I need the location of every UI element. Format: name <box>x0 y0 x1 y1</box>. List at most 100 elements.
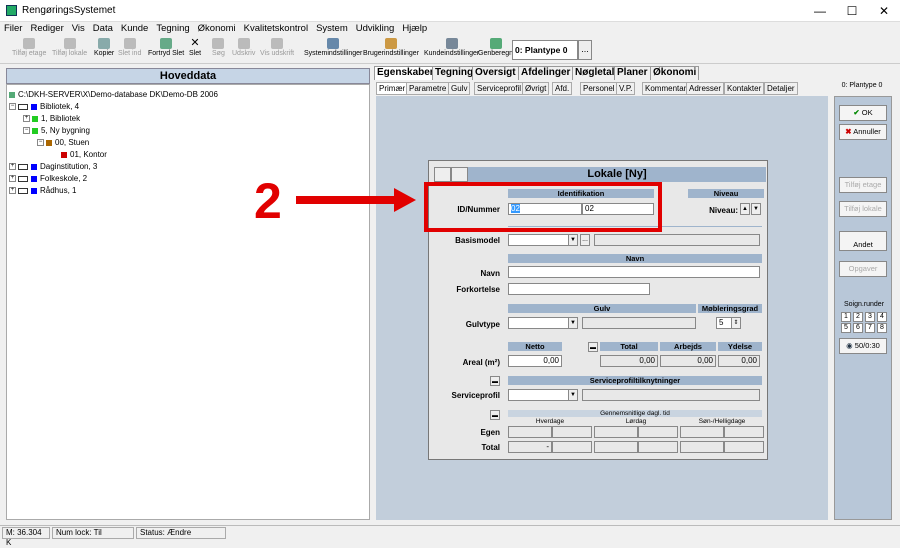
tab-kommentar[interactable]: Kommentar <box>642 82 690 95</box>
name-input[interactable] <box>508 266 760 278</box>
day-5[interactable]: 5 <box>841 323 851 333</box>
day-7[interactable]: 7 <box>865 323 875 333</box>
tree-item-raadhus[interactable]: + Rådhus, 1 <box>9 186 76 195</box>
tree-item-bibliotek[interactable]: − Bibliotek, 4 <box>9 102 79 111</box>
tab-primaer[interactable]: Primær <box>376 82 409 95</box>
menu-kvalitetskontrol[interactable]: Kvalitetskontrol <box>240 22 312 35</box>
expand-icon: + <box>23 115 30 123</box>
level-up-button[interactable]: ▲ <box>740 203 750 215</box>
add-room-button[interactable]: Tilføj lokale <box>839 201 887 217</box>
floortype-dropdown-icon[interactable]: ▼ <box>568 317 578 329</box>
tab-noegletal[interactable]: Nøgletal <box>572 66 618 80</box>
add-room-toolbar-button[interactable]: Tilføj lokale <box>52 38 87 57</box>
service-toggle-button[interactable]: ▬ <box>490 376 500 386</box>
tree-item-1-bibliotek[interactable]: +1, Bibliotek <box>23 114 80 123</box>
tab-oekonomi[interactable]: Økonomi <box>650 66 700 80</box>
day-4[interactable]: 4 <box>877 312 887 322</box>
plant-type-field[interactable]: 0: Plantype 0 <box>512 40 578 60</box>
tab-serviceprofil[interactable]: Serviceprofil <box>474 82 525 95</box>
day-6[interactable]: 6 <box>853 323 863 333</box>
copy-button[interactable]: Kopier <box>94 38 114 57</box>
tab-oversigt[interactable]: Oversigt <box>472 66 519 80</box>
day-1[interactable]: 1 <box>841 312 851 322</box>
menu-data[interactable]: Data <box>89 22 117 35</box>
recalculate-button[interactable]: Genberegn <box>478 38 513 57</box>
tree-view[interactable]: C:\DKH-SERVER\X\Demo-database DK\Demo-DB… <box>6 84 370 520</box>
abbrev-input[interactable] <box>508 283 650 295</box>
tab-vp[interactable]: V.P. <box>616 82 636 95</box>
ok-button[interactable]: ✔ OK <box>839 105 887 121</box>
mode-status: Status: Ændre <box>136 527 226 539</box>
print-button[interactable]: Udskriv <box>232 38 255 57</box>
system-settings-button[interactable]: Systemindstillinger <box>304 38 362 57</box>
other-button[interactable]: Andet <box>839 231 887 251</box>
expand-icon: + <box>9 175 16 183</box>
tab-planer[interactable]: Planer <box>614 66 651 80</box>
menu-udvikling[interactable]: Udvikling <box>352 22 399 35</box>
tab-kontakter[interactable]: Kontakter <box>724 82 765 95</box>
delete-button[interactable]: ✕ Slet <box>189 38 201 58</box>
rounds-button[interactable]: ◉ 50/0:30 <box>839 338 887 354</box>
maximize-button[interactable]: ☐ <box>840 3 864 19</box>
day-8[interactable]: 8 <box>877 323 887 333</box>
level-header: Niveau <box>688 189 764 198</box>
tab-personel[interactable]: Personel <box>580 82 618 95</box>
plant-type-browse-button[interactable]: ... <box>578 40 592 60</box>
menu-oekonomi[interactable]: Økonomi <box>194 22 240 35</box>
tree-item-folkeskole[interactable]: + Folkeskole, 2 <box>9 174 87 183</box>
menu-system[interactable]: System <box>312 22 352 35</box>
minimize-button[interactable]: — <box>808 3 832 19</box>
day-3[interactable]: 3 <box>865 312 875 322</box>
print-preview-button[interactable]: Vis udskrift <box>260 38 294 57</box>
tab-oevrigt[interactable]: Øvrigt <box>522 82 550 95</box>
service-dropdown-icon[interactable]: ▼ <box>568 389 578 401</box>
tree-root[interactable]: C:\DKH-SERVER\X\Demo-database DK\Demo-DB… <box>9 90 218 99</box>
area-toggle-button[interactable]: ▬ <box>588 342 598 352</box>
tree-item-stuen[interactable]: −00, Stuen <box>37 138 89 147</box>
tab-tegning[interactable]: Tegning <box>432 66 477 80</box>
blue-marker-icon <box>31 187 37 194</box>
right-panel-header: 0: Plantype 0 <box>841 82 883 89</box>
memory-status: M: 36.304 K <box>2 527 50 547</box>
undo-delete-button[interactable]: Fortryd Slet <box>148 38 184 57</box>
main-data-header: Hoveddata <box>6 68 370 84</box>
tree-item-kontor[interactable]: 01, Kontor <box>61 150 107 159</box>
add-floor-toolbar-button[interactable]: Tilføj etage <box>12 38 46 57</box>
menu-filer[interactable]: Filer <box>0 22 26 35</box>
tab-afd[interactable]: Afd. <box>552 82 573 95</box>
form-button-2[interactable] <box>451 167 468 182</box>
menu-kunde[interactable]: Kunde <box>117 22 152 35</box>
room-icon <box>61 151 67 158</box>
tasks-button[interactable]: Opgaver <box>839 261 887 277</box>
paste-button[interactable]: Slet ind <box>118 38 141 57</box>
menu-vis[interactable]: Vis <box>68 22 89 35</box>
menu-hjaelp[interactable]: Hjælp <box>398 22 431 35</box>
basismodel-dropdown-icon[interactable]: ▼ <box>568 234 578 246</box>
expand-icon: + <box>9 163 16 171</box>
basismodel-browse-button[interactable]: ... <box>580 234 590 246</box>
tab-adresser[interactable]: Adresser <box>686 82 725 95</box>
title-bar: RengøringsSystemet — ☐ ✕ <box>0 0 900 22</box>
tab-afdelinger[interactable]: Afdelinger <box>518 66 574 80</box>
furnish-spinner[interactable]: ⇕ <box>731 317 741 329</box>
tree-item-ny-bygning[interactable]: −5, Ny bygning <box>23 126 90 135</box>
user-settings-button[interactable]: Brugerindstillinger <box>363 38 419 57</box>
search-button[interactable]: Søg <box>212 38 225 57</box>
tree-item-daginstitution[interactable]: + Daginstitution, 3 <box>9 162 97 171</box>
name-header: Navn <box>508 254 762 263</box>
tab-gulv[interactable]: Gulv <box>448 82 471 95</box>
netto-input[interactable]: 0,00 <box>508 355 562 367</box>
tab-parametre[interactable]: Parametre <box>406 82 450 95</box>
close-button[interactable]: ✕ <box>872 3 896 19</box>
avgtime-toggle-button[interactable]: ▬ <box>490 410 500 420</box>
add-floor-button[interactable]: Tilføj etage <box>839 177 887 193</box>
form-button-1[interactable] <box>434 167 451 182</box>
customer-settings-button[interactable]: Kundeindstillinger <box>424 38 479 57</box>
day-2[interactable]: 2 <box>853 312 863 322</box>
tab-detaljer[interactable]: Detaljer <box>764 82 798 95</box>
cancel-button[interactable]: ✖ Annuller <box>839 124 887 140</box>
menu-tegning[interactable]: Tegning <box>152 22 193 35</box>
level-down-button[interactable]: ▼ <box>751 203 761 215</box>
menu-rediger[interactable]: Rediger <box>26 22 67 35</box>
tab-egenskaber[interactable]: Egenskaber <box>374 66 437 80</box>
